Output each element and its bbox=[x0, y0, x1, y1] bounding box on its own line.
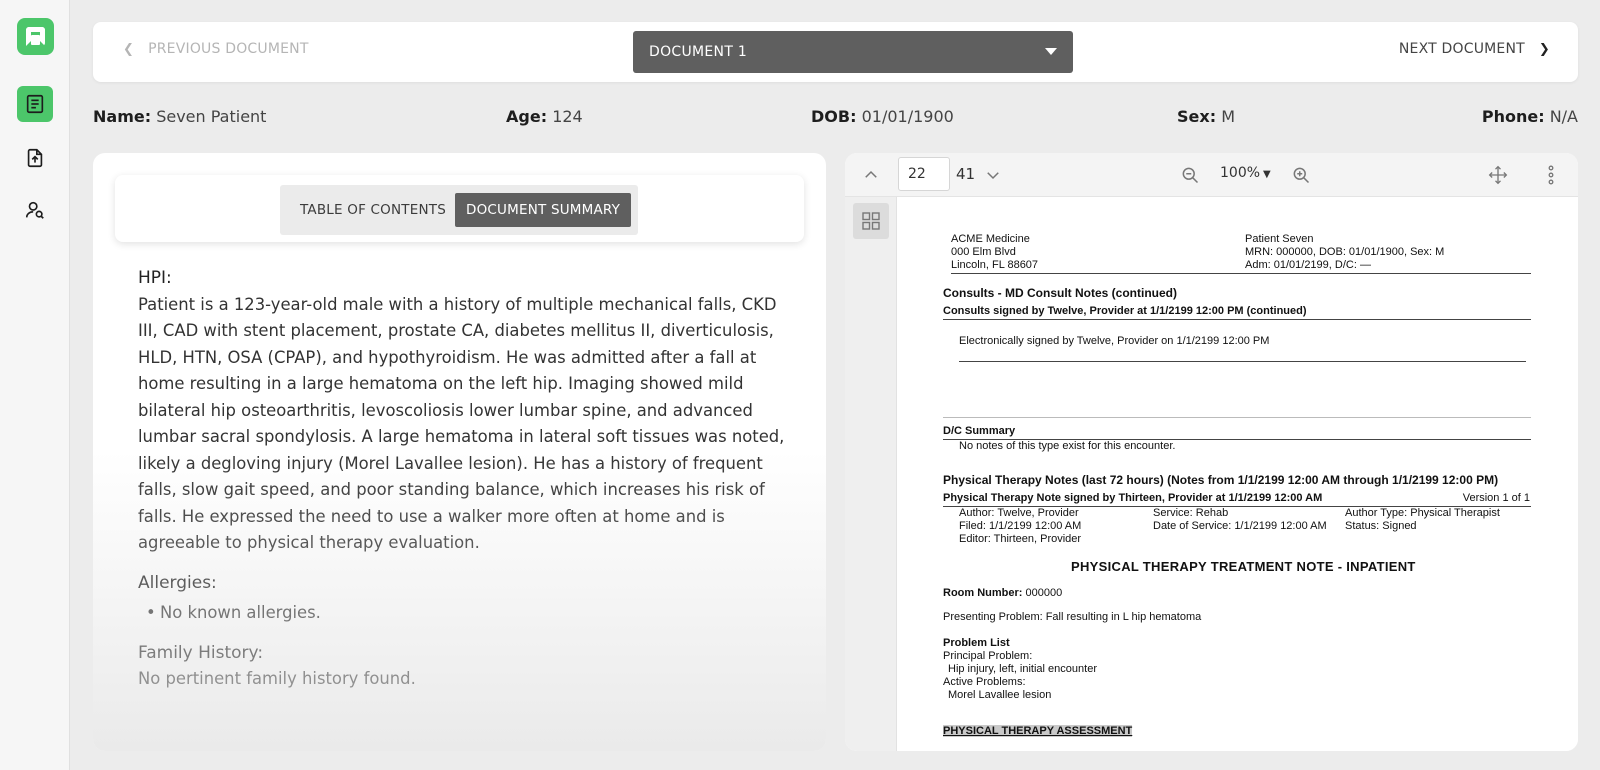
problem-list-heading: Problem List bbox=[943, 637, 1010, 649]
previous-document-label: PREVIOUS DOCUMENT bbox=[148, 41, 309, 57]
chevron-right-icon: ❯ bbox=[1538, 41, 1550, 57]
more-options-icon[interactable] bbox=[1539, 163, 1563, 187]
thumbnail-strip bbox=[845, 197, 897, 751]
note-date-of-service: Date of Service: 1/1/2199 12:00 AM bbox=[1153, 520, 1327, 532]
consults-heading: Consults - MD Consult Notes (continued) bbox=[943, 286, 1177, 300]
next-document-button[interactable]: NEXT DOCUMENT ❯ bbox=[1399, 41, 1550, 57]
patient-header-name: Patient Seven bbox=[1245, 233, 1314, 245]
dc-summary-text: No notes of this type exist for this enc… bbox=[959, 440, 1176, 452]
patient-header-mrn: MRN: 000000, DOB: 01/01/1900, Sex: M bbox=[1245, 246, 1445, 258]
pt-assessment-heading: PHYSICAL THERAPY ASSESSMENT bbox=[943, 725, 1133, 737]
document-page: ACME Medicine 000 Elm Blvd Lincoln, FL 8… bbox=[898, 197, 1578, 751]
document-summary: HPI: Patient is a 123-year-old male with… bbox=[138, 265, 788, 693]
zoom-out-icon[interactable] bbox=[1178, 163, 1202, 187]
patient-phone: Phone: N/A bbox=[1481, 107, 1578, 126]
patient-dob: DOB: 01/01/1900 bbox=[811, 107, 954, 126]
page-total: 41 bbox=[956, 165, 976, 183]
active-problems-label: Active Problems: bbox=[943, 676, 1026, 688]
consults-signed: Consults signed by Twelve, Provider at 1… bbox=[943, 305, 1307, 317]
document-list-icon bbox=[26, 94, 44, 114]
chevron-down-icon[interactable] bbox=[981, 163, 1005, 187]
zoom-in-icon[interactable] bbox=[1289, 163, 1313, 187]
app-logo-icon[interactable] bbox=[17, 18, 54, 55]
upload-nav-button[interactable] bbox=[17, 140, 53, 176]
list-item: No known allergies. bbox=[138, 600, 788, 627]
note-author: Author: Twelve, Provider bbox=[959, 507, 1079, 519]
note-editor: Editor: Thirteen, Provider bbox=[959, 533, 1082, 545]
dc-summary-heading: D/C Summary bbox=[943, 425, 1016, 437]
org-address-line2: Lincoln, FL 88607 bbox=[951, 259, 1039, 271]
document-select-value: DOCUMENT 1 bbox=[649, 44, 748, 60]
patient-age: Age: 124 bbox=[506, 107, 583, 126]
tab-card: TABLE OF CONTENTS DOCUMENT SUMMARY bbox=[115, 175, 804, 242]
patient-name: Name: Seven Patient bbox=[93, 107, 267, 126]
pt-note-signed: Physical Therapy Note signed by Thirteen… bbox=[943, 492, 1323, 504]
tab-group: TABLE OF CONTENTS DOCUMENT SUMMARY bbox=[280, 185, 638, 235]
hpi-heading: HPI: bbox=[138, 268, 172, 288]
patient-search-nav-button[interactable] bbox=[17, 192, 53, 228]
documents-nav-button[interactable] bbox=[17, 86, 53, 122]
pan-move-icon[interactable] bbox=[1486, 163, 1510, 187]
tab-document-summary[interactable]: DOCUMENT SUMMARY bbox=[455, 193, 632, 227]
active-problems-value: Morel Lavallee lesion bbox=[948, 689, 1052, 701]
user-search-icon bbox=[25, 201, 44, 219]
zoom-level-select[interactable]: 100% ▼ bbox=[1220, 165, 1271, 181]
pt-notes-heading: Physical Therapy Notes (last 72 hours) (… bbox=[943, 473, 1499, 487]
family-history-heading: Family History: bbox=[138, 642, 264, 663]
document-navigation-bar: ❮ PREVIOUS DOCUMENT DOCUMENT 1 NEXT DOCU… bbox=[93, 22, 1578, 82]
chevron-left-icon: ❮ bbox=[123, 41, 135, 57]
hpi-text: Patient is a 123-year-old male with a hi… bbox=[138, 294, 785, 553]
patient-header-admission: Adm: 01/01/2199, D/C: — bbox=[1245, 259, 1371, 271]
electronic-signature: Electronically signed by Twelve, Provide… bbox=[959, 335, 1270, 347]
caret-down-icon: ▼ bbox=[1263, 169, 1271, 180]
presenting-problem: Presenting Problem: Fall resulting in L … bbox=[943, 611, 1202, 623]
allergies-list: No known allergies. bbox=[138, 600, 788, 627]
thumbnails-toggle-button[interactable] bbox=[853, 203, 889, 239]
note-status: Status: Signed bbox=[1345, 520, 1417, 532]
note-filed: Filed: 1/1/2199 12:00 AM bbox=[959, 520, 1082, 532]
tab-table-of-contents[interactable]: TABLE OF CONTENTS bbox=[289, 193, 457, 227]
principal-problem-value: Hip injury, left, initial encounter bbox=[948, 663, 1097, 675]
org-name: ACME Medicine bbox=[951, 233, 1030, 245]
grid-icon bbox=[862, 212, 880, 230]
version-label: Version 1 of 1 bbox=[1462, 492, 1530, 504]
next-document-label: NEXT DOCUMENT bbox=[1398, 41, 1525, 57]
treatment-note-title: PHYSICAL THERAPY TREATMENT NOTE - INPATI… bbox=[1071, 559, 1416, 574]
allergies-heading: Allergies: bbox=[138, 572, 217, 593]
family-history-text: No pertinent family history found. bbox=[138, 669, 416, 688]
principal-problem-label: Principal Problem: bbox=[943, 650, 1033, 662]
previous-document-button[interactable]: ❮ PREVIOUS DOCUMENT bbox=[123, 41, 309, 57]
org-address-line1: 000 Elm Blvd bbox=[951, 246, 1016, 258]
page-number-input[interactable]: 22 bbox=[898, 157, 950, 191]
patient-info-bar: Name: Seven Patient Age: 124 DOB: 01/01/… bbox=[93, 107, 1578, 129]
chevron-up-icon[interactable] bbox=[859, 163, 883, 187]
note-service: Service: Rehab bbox=[1153, 507, 1229, 519]
note-author-type: Author Type: Physical Therapist bbox=[1345, 507, 1500, 519]
viewer-toolbar: 22 41 100% ▼ bbox=[845, 153, 1578, 197]
patient-sex: Sex: M bbox=[1177, 107, 1235, 126]
upload-file-icon bbox=[27, 148, 43, 168]
sidebar bbox=[0, 0, 70, 770]
document-select[interactable]: DOCUMENT 1 bbox=[633, 31, 1073, 73]
caret-down-icon bbox=[1045, 48, 1057, 55]
document-viewer: 22 41 100% ▼ ACME Medicine 000 Elm Blvd L… bbox=[845, 153, 1578, 751]
room-number: Room Number: 000000 bbox=[943, 587, 1063, 599]
summary-panel: TABLE OF CONTENTS DOCUMENT SUMMARY HPI: … bbox=[93, 153, 826, 751]
